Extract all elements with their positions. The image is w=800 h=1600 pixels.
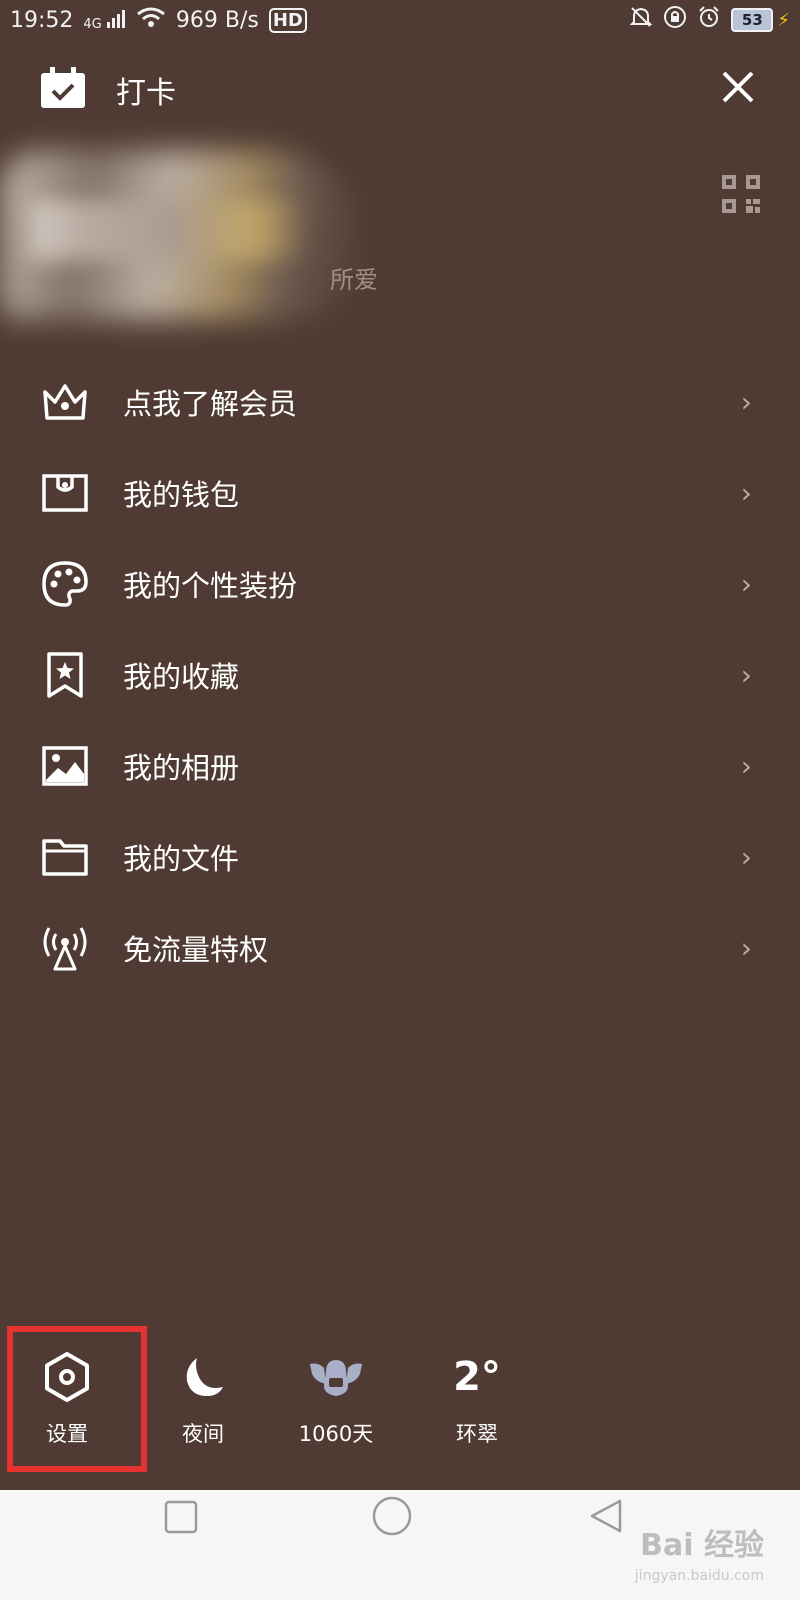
charging-icon: ⚡ (777, 9, 790, 31)
menu-label: 我的钱包 (123, 477, 240, 512)
crown-icon (40, 377, 90, 427)
chevron-right-icon: › (740, 476, 752, 509)
menu-item-files[interactable]: 我的文件 › (0, 811, 800, 902)
mute-bell-icon (629, 5, 653, 35)
close-button[interactable] (716, 67, 760, 111)
bookmark-star-icon (40, 650, 90, 700)
watermark-url: jingyan.baidu.com (634, 1568, 764, 1584)
menu-label: 点我了解会员 (123, 386, 298, 421)
menu-label: 我的相册 (123, 750, 240, 785)
network-speed: 969 B/s (175, 7, 259, 33)
login-days-button[interactable]: 1060天 (276, 1350, 396, 1460)
weather-button[interactable]: 2° 环翠 (417, 1350, 537, 1460)
chevron-right-icon: › (740, 840, 752, 873)
signal-icon: 4G (83, 9, 126, 32)
wifi-icon (136, 6, 166, 34)
lock-rotate-icon (663, 5, 687, 35)
chevron-right-icon: › (740, 931, 752, 964)
home-circle-icon[interactable] (371, 1495, 413, 1541)
chevron-right-icon: › (740, 749, 752, 782)
night-mode-button[interactable]: 夜间 (143, 1350, 263, 1460)
checkin-button[interactable]: 打卡 (40, 67, 176, 113)
menu-label: 我的收藏 (123, 659, 240, 694)
back-triangle-icon[interactable] (588, 1498, 624, 1538)
system-nav-bar: Bai 经验 jingyan.baidu.com (0, 1490, 800, 1600)
menu-label: 我的文件 (123, 841, 240, 876)
profile-card[interactable]: 所爱 (0, 140, 800, 340)
image-icon (40, 741, 90, 791)
login-days-label: 1060天 (298, 1422, 374, 1446)
blurred-nickname (30, 200, 310, 260)
palette-icon (40, 559, 90, 609)
menu-label: 免流量特权 (123, 932, 269, 967)
status-bar: 19:52 4G 969 B/s HD 53 ⚡ (0, 0, 800, 40)
chevron-right-icon: › (740, 385, 752, 418)
weather-temperature: 2° (453, 1354, 501, 1400)
moon-icon (181, 1350, 225, 1404)
wallet-icon (40, 468, 90, 518)
chevron-right-icon: › (740, 567, 752, 600)
weather-location: 环翠 (456, 1422, 498, 1446)
signal-label: 4G (83, 16, 102, 32)
alarm-icon (697, 5, 721, 35)
night-mode-label: 夜间 (182, 1422, 224, 1446)
watermark-brand: Bai 经验 (640, 1528, 764, 1563)
winged-penguin-icon (308, 1350, 364, 1404)
menu-item-favorites[interactable]: 我的收藏 › (0, 629, 800, 720)
menu-item-album[interactable]: 我的相册 › (0, 720, 800, 811)
profile-signature: 所爱 (330, 266, 378, 294)
highlight-box (7, 1326, 147, 1472)
battery-icon: 53 (731, 8, 774, 32)
hd-badge: HD (268, 7, 307, 33)
menu-item-free-data[interactable]: 免流量特权 › (0, 902, 800, 993)
checkin-label: 打卡 (116, 76, 176, 111)
menu-label: 我的个性装扮 (123, 568, 298, 603)
status-time: 19:52 (10, 7, 74, 33)
recent-apps-square-icon[interactable] (164, 1500, 198, 1538)
drawer-menu: 点我了解会员 › 我的钱包 › 我的个性装扮 › 我的收藏 › 我的相册 › 我… (0, 356, 800, 993)
menu-item-wallet[interactable]: 我的钱包 › (0, 447, 800, 538)
calendar-check-icon (40, 67, 86, 113)
qr-code-icon[interactable] (722, 175, 760, 213)
menu-item-membership[interactable]: 点我了解会员 › (0, 356, 800, 447)
folder-icon (40, 832, 90, 882)
close-icon (721, 70, 755, 108)
antenna-icon (40, 923, 90, 973)
drawer-header: 打卡 (0, 55, 800, 125)
chevron-right-icon: › (740, 658, 752, 691)
menu-item-personalization[interactable]: 我的个性装扮 › (0, 538, 800, 629)
